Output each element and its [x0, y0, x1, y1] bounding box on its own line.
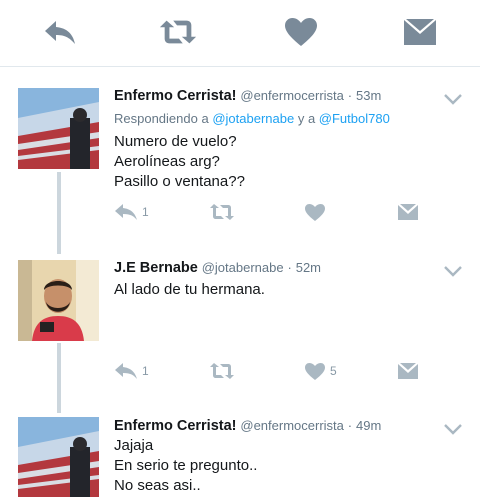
reply-icon [45, 21, 75, 44]
tweet-text: Numero de vuelo? Aerolíneas arg? Pasillo… [114, 132, 245, 192]
timestamp[interactable]: 52m [296, 260, 321, 275]
tweet-text-line: Aerolíneas arg? [114, 153, 220, 170]
direct-message-button[interactable] [397, 359, 419, 383]
envelope-icon [404, 19, 436, 45]
reply-button[interactable]: 1 [114, 359, 149, 383]
like-button[interactable]: 5 [304, 359, 337, 383]
reply-count: 1 [142, 205, 149, 219]
chevron-down-icon [444, 266, 462, 277]
heart-icon [285, 18, 317, 46]
tweet-options-button[interactable] [443, 264, 463, 278]
avatar[interactable] [18, 88, 99, 169]
tweet-text-line: Jajaja [114, 437, 154, 454]
display-name[interactable]: Enfermo Cerrista! [114, 88, 236, 104]
avatar[interactable] [18, 417, 99, 497]
thread-connector [57, 343, 61, 413]
retweet-icon [159, 20, 197, 44]
tweet-header: J.E Bernabe @jotabernabe · 52m [114, 259, 321, 276]
user-handle[interactable]: @enfermocerrista [240, 88, 344, 103]
direct-message-button[interactable] [397, 200, 419, 224]
replying-to-label: Respondiendo a [114, 111, 209, 126]
reply-icon [115, 363, 137, 379]
envelope-icon [398, 363, 418, 379]
reply-button[interactable]: 1 [114, 200, 149, 224]
tweet-text: Jajaja En serio te pregunto.. No seas as… [114, 436, 257, 496]
reply-count: 1 [142, 364, 149, 378]
top-action-bar [0, 0, 480, 67]
user-handle[interactable]: @jotabernabe [202, 260, 284, 275]
heart-icon [305, 203, 325, 221]
display-name[interactable]: Enfermo Cerrista! [114, 418, 236, 434]
thread-connector [57, 172, 61, 254]
retweet-button[interactable] [209, 359, 235, 383]
mention-link[interactable]: @jotabernabe [212, 111, 294, 126]
tweet-text-line: No seas asi.. [114, 477, 201, 494]
tweet-header: Enfermo Cerrista! @enfermocerrista · 49m [114, 417, 381, 434]
replying-to-conjunction: y a [297, 111, 316, 126]
chevron-down-icon [444, 424, 462, 435]
retweet-icon [210, 204, 234, 220]
tweet-options-button[interactable] [443, 92, 463, 106]
tweet-text: Al lado de tu hermana. [114, 280, 265, 300]
mention-link[interactable]: @Futbol780 [319, 111, 390, 126]
reply-button[interactable] [40, 14, 80, 50]
separator-dot: · [347, 88, 353, 103]
tweet-text-line: Pasillo o ventana?? [114, 173, 245, 190]
retweet-icon [210, 363, 234, 379]
tweet-actions: 1 [114, 200, 444, 224]
tweet-header: Enfermo Cerrista! @enfermocerrista · 53m [114, 87, 381, 104]
timestamp[interactable]: 53m [356, 88, 381, 103]
tweet-options-button[interactable] [443, 422, 463, 436]
tweet-text-line: En serio te pregunto.. [114, 457, 258, 474]
envelope-icon [398, 204, 418, 220]
like-button[interactable] [281, 14, 321, 50]
replying-to: Respondiendo a @jotabernabe y a @Futbol7… [114, 111, 390, 126]
retweet-button[interactable] [158, 14, 198, 50]
tweet-text-line: Al lado de tu hermana. [114, 281, 265, 298]
reply-icon [115, 204, 137, 220]
avatar[interactable] [18, 260, 99, 341]
chevron-down-icon [444, 94, 462, 105]
timestamp[interactable]: 49m [356, 418, 381, 433]
direct-message-button[interactable] [400, 14, 440, 50]
heart-icon [305, 362, 325, 380]
tweet-actions: 1 5 [114, 359, 444, 383]
retweet-button[interactable] [209, 200, 235, 224]
tweet-text-line: Numero de vuelo? [114, 133, 237, 150]
display-name[interactable]: J.E Bernabe [114, 260, 198, 276]
like-button[interactable] [304, 200, 326, 224]
separator-dot: · [347, 418, 353, 433]
separator-dot: · [287, 260, 292, 275]
user-handle[interactable]: @enfermocerrista [240, 418, 344, 433]
like-count: 5 [330, 364, 337, 378]
